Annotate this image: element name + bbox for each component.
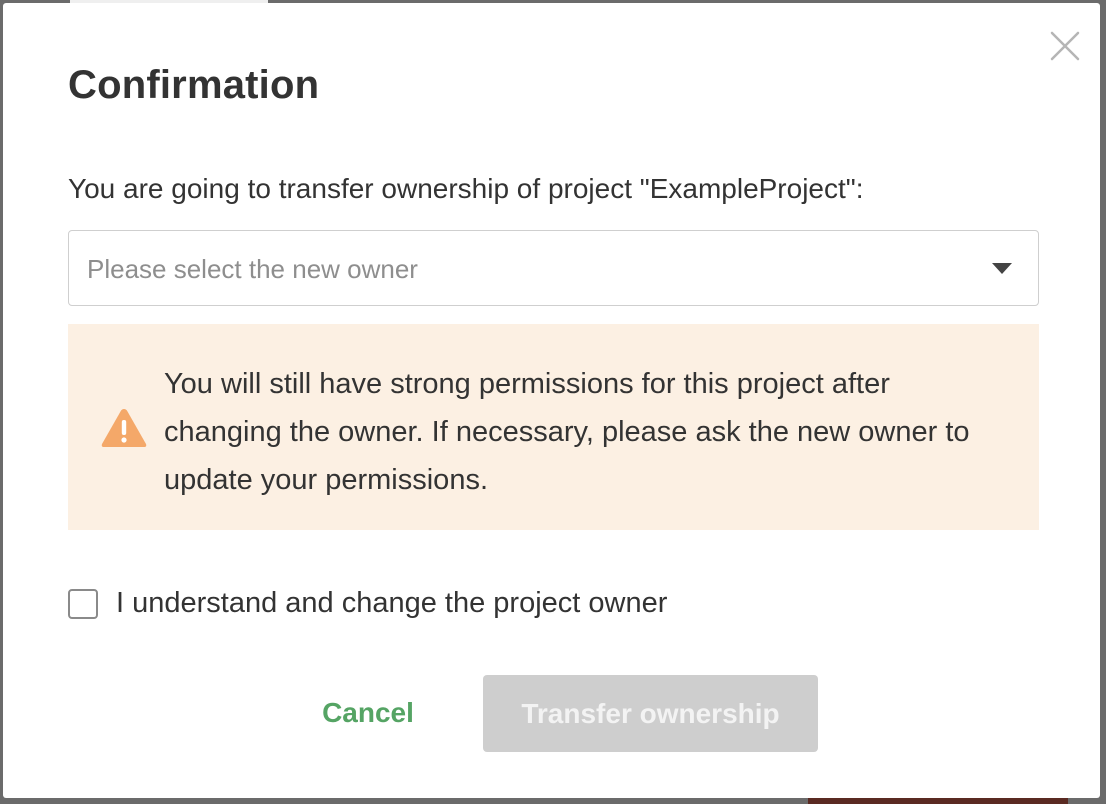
close-icon xyxy=(1048,29,1082,63)
new-owner-select[interactable]: Please select the new owner xyxy=(68,230,1039,306)
backdrop-panel xyxy=(808,798,1068,804)
cancel-button[interactable]: Cancel xyxy=(303,675,433,751)
confirmation-dialog: Confirmation You are going to transfer o… xyxy=(3,3,1100,798)
confirm-checkbox-label[interactable]: I understand and change the project owne… xyxy=(116,587,667,620)
warning-text: You will still have strong permissions f… xyxy=(164,368,970,496)
warning-alert: You will still have strong permissions f… xyxy=(68,324,1039,530)
warning-triangle-icon xyxy=(100,407,148,454)
close-button[interactable] xyxy=(1048,29,1082,63)
dialog-title: Confirmation xyxy=(68,63,320,107)
caret-down-icon xyxy=(991,262,1013,281)
confirm-checkbox[interactable] xyxy=(68,589,98,619)
intro-text: You are going to transfer ownership of p… xyxy=(68,173,864,204)
transfer-ownership-button[interactable]: Transfer ownership xyxy=(483,675,818,752)
select-placeholder: Please select the new owner xyxy=(87,254,418,284)
